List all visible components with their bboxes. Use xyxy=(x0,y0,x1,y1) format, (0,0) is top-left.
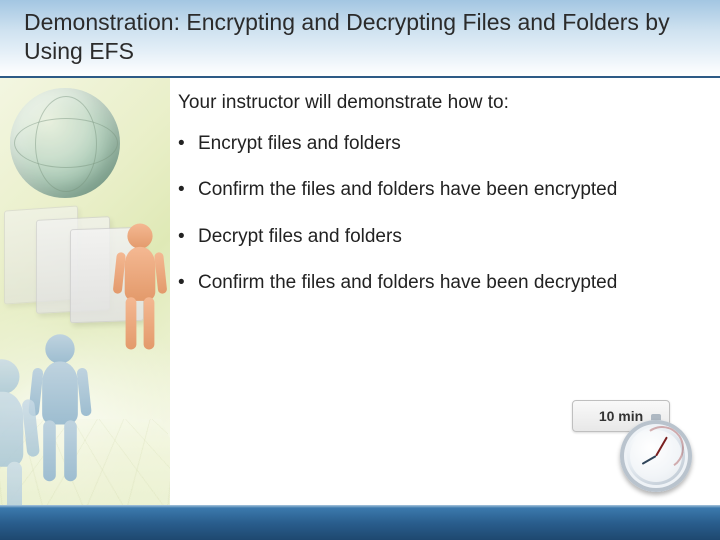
list-item: Confirm the files and folders have been … xyxy=(178,271,692,295)
slide-title: Demonstration: Encrypting and Decrypting… xyxy=(24,8,700,66)
list-item-label: Confirm the files and folders have been … xyxy=(198,272,617,293)
decorative-sidebar xyxy=(0,78,170,505)
list-item-label: Encrypt files and folders xyxy=(198,133,401,154)
slide: Demonstration: Encrypting and Decrypting… xyxy=(0,0,720,540)
footer-bar xyxy=(0,505,720,540)
list-item: Confirm the files and folders have been … xyxy=(178,178,692,202)
timer-badge: 10 min xyxy=(572,400,692,492)
person-icon xyxy=(113,224,167,359)
intro-text: Your instructor will demonstrate how to: xyxy=(178,92,692,114)
bullet-list: Encrypt files and folders Confirm the fi… xyxy=(178,132,692,295)
list-item-label: Confirm the files and folders have been … xyxy=(198,179,617,200)
person-icon xyxy=(0,359,40,505)
list-item-label: Decrypt files and folders xyxy=(198,226,402,247)
stopwatch-icon xyxy=(620,420,692,492)
content-area: Your instructor will demonstrate how to:… xyxy=(178,92,692,317)
list-item: Decrypt files and folders xyxy=(178,225,692,249)
list-item: Encrypt files and folders xyxy=(178,132,692,156)
globe-icon xyxy=(10,88,120,198)
